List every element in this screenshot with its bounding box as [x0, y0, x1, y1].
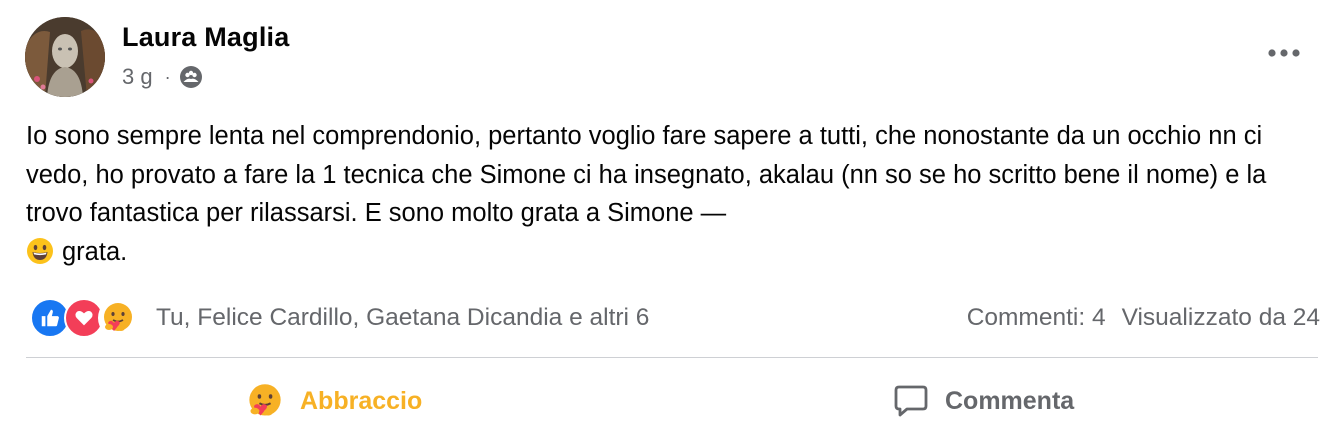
- post-meta: 3 g ·: [122, 62, 203, 92]
- comment-label: Commenta: [945, 386, 1075, 415]
- meta-separator: ·: [164, 66, 171, 87]
- post-text: Io sono sempre lenta nel comprendonio, p…: [26, 117, 1316, 276]
- care-hug-icon: [246, 382, 284, 420]
- reactor-names[interactable]: Tu, Felice Cardillo, Gaetana Dicandia e …: [156, 304, 649, 332]
- grinning-face-emoji: [26, 237, 54, 277]
- reactions-summary[interactable]: Tu, Felice Cardillo, Gaetana Dicandia e …: [30, 298, 649, 338]
- comments-count[interactable]: Commenti: 4: [967, 304, 1106, 332]
- more-options-icon: [1268, 49, 1300, 57]
- group-audience-icon[interactable]: [179, 65, 203, 89]
- post-timestamp[interactable]: 3 g: [122, 64, 153, 90]
- more-options-button[interactable]: [1262, 38, 1306, 68]
- comment-button[interactable]: Commenta: [893, 378, 1074, 424]
- post-text-main: Io sono sempre lenta nel comprendonio, p…: [26, 122, 1267, 227]
- comment-bubble-icon: [893, 383, 929, 419]
- divider: [26, 357, 1318, 358]
- reaction-icons: [30, 298, 138, 338]
- post-card: Laura Maglia 3 g · Io sono sempre lenta …: [0, 0, 1342, 434]
- hug-reaction-button[interactable]: Abbraccio: [246, 378, 422, 424]
- views-count[interactable]: Visualizzato da 24: [1122, 304, 1320, 332]
- engagement-counts: Commenti: 4 Visualizzato da 24: [967, 298, 1320, 338]
- care-icon: [98, 298, 138, 338]
- post-text-end: grata.: [62, 237, 128, 266]
- author-avatar[interactable]: [25, 17, 105, 97]
- hug-label: Abbraccio: [300, 386, 423, 415]
- author-name[interactable]: Laura Maglia: [122, 22, 289, 53]
